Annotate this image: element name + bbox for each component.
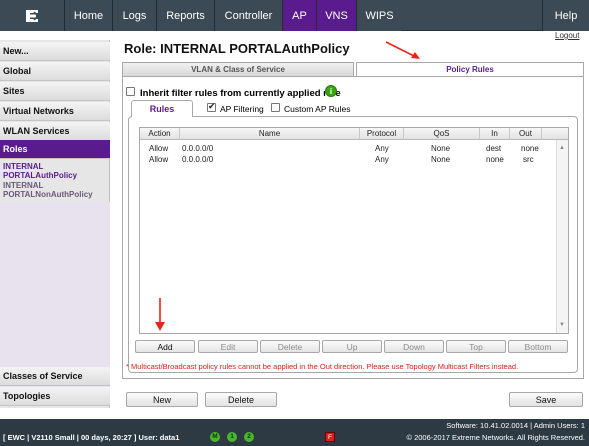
info-icon[interactable]: i — [325, 85, 337, 97]
sidebar-item-sites[interactable]: Sites — [0, 82, 110, 101]
role-name-line: PORTALAuthPolicy — [3, 171, 78, 180]
scroll-up-icon[interactable]: ▲ — [559, 145, 565, 151]
sidebar: New... Global Sites Virtual Networks WLA… — [0, 40, 110, 408]
cell-qos: None — [431, 155, 451, 164]
sidebar-item-classes-of-service[interactable]: Classes of Service — [0, 367, 110, 386]
role-tabs: VLAN & Class of Service Policy Rules — [122, 62, 584, 77]
table-row[interactable]: Allow 0.0.0.0/0 Any None none src — [140, 154, 556, 165]
column-header-name[interactable]: Name — [180, 128, 360, 140]
tab-rules[interactable]: Rules — [131, 100, 193, 117]
inherit-filter-rules-checkbox[interactable] — [126, 87, 135, 96]
custom-ap-rules-checkbox[interactable] — [271, 103, 280, 112]
nav-tab-help[interactable]: Help — [542, 0, 589, 31]
tab-vlan-class-of-service[interactable]: VLAN & Class of Service — [122, 62, 354, 77]
column-header-protocol[interactable]: Protocol — [360, 128, 404, 140]
column-header-qos[interactable]: QoS — [404, 128, 480, 140]
status-badge[interactable]: 2 — [244, 432, 254, 442]
role-name-line: PORTALNonAuthPolicy — [3, 190, 93, 199]
edit-rule-button[interactable]: Edit — [198, 340, 258, 353]
role-name-line: INTERNAL — [3, 162, 44, 171]
extreme-logo — [0, 0, 64, 31]
table-row[interactable]: Allow 0.0.0.0/0 Any None dest none — [140, 143, 556, 154]
nav-tab-logs[interactable]: Logs — [112, 0, 156, 31]
annotation-arrow-icon — [385, 41, 420, 59]
status-badge[interactable]: 1 — [227, 432, 237, 442]
copyright: © 2006-2017 Extreme Networks. All Rights… — [406, 433, 585, 442]
cell-name: 0.0.0.0/0 — [182, 144, 214, 153]
nav-tab-home[interactable]: Home — [64, 0, 112, 31]
cell-out: src — [523, 155, 534, 164]
system-status: [ EWC | V2110 Small | 00 days, 20:27 ] U… — [3, 433, 180, 442]
tab-policy-rules[interactable]: Policy Rules — [356, 62, 584, 77]
cell-in: dest — [486, 144, 502, 153]
inherit-filter-rules-label: Inherit filter rules from currently appl… — [140, 88, 341, 99]
table-header: Action Name Protocol QoS In Out — [140, 128, 568, 140]
ap-filtering-checkbox[interactable] — [207, 101, 216, 112]
sidebar-item-wlan-services[interactable]: WLAN Services — [0, 122, 110, 141]
rules-table: Action Name Protocol QoS In Out Allow 0.… — [139, 127, 569, 334]
sidebar-item-new[interactable]: New... — [0, 42, 110, 61]
cell-protocol: Any — [375, 155, 389, 164]
role-name-line: INTERNAL — [3, 181, 44, 190]
new-button[interactable]: New — [126, 392, 198, 407]
nav-tab-ap[interactable]: AP — [282, 0, 316, 31]
cell-out: none — [521, 144, 539, 153]
delete-button[interactable]: Delete — [205, 392, 277, 407]
software-version: Software: 10.41.02.0014 | Admin Users: 1 — [446, 421, 585, 430]
ap-filtering-label: AP Filtering — [220, 104, 264, 114]
nav-tab-vns[interactable]: VNS — [316, 0, 356, 31]
nav-tab-reports[interactable]: Reports — [156, 0, 214, 31]
column-header-action[interactable]: Action — [140, 128, 180, 140]
sidebar-item-topologies[interactable]: Topologies — [0, 387, 110, 406]
sidebar-role-internal-portalnonauthpolicy[interactable]: INTERNAL PORTALNonAuthPolicy — [3, 181, 108, 199]
sidebar-role-internal-portalauthpolicy[interactable]: INTERNAL PORTALAuthPolicy — [3, 162, 108, 180]
sidebar-item-virtual-networks[interactable]: Virtual Networks — [0, 102, 110, 121]
status-footer: Software: 10.41.02.0014 | Admin Users: 1… — [0, 419, 589, 446]
nav-tab-wips[interactable]: WIPS — [356, 0, 402, 31]
logout-link[interactable]: Logout — [555, 31, 579, 40]
cell-action: Allow — [149, 155, 169, 164]
sidebar-item-global[interactable]: Global — [0, 62, 110, 81]
save-button[interactable]: Save — [509, 392, 583, 407]
top-navigation-bar: Home Logs Reports Controller AP VNS WIPS… — [0, 0, 589, 31]
cell-name: 0.0.0.0/0 — [182, 155, 214, 164]
cell-in: none — [486, 155, 504, 164]
nav-tab-controller[interactable]: Controller — [214, 0, 282, 31]
extreme-logo-icon — [26, 9, 40, 22]
delete-rule-button[interactable]: Delete — [260, 340, 320, 353]
move-up-button[interactable]: Up — [322, 340, 382, 353]
table-scrollbar[interactable]: ▲ ▼ — [556, 140, 568, 333]
cell-qos: None — [431, 144, 451, 153]
column-header-out[interactable]: Out — [510, 128, 542, 140]
move-down-button[interactable]: Down — [384, 340, 444, 353]
column-header-in[interactable]: In — [480, 128, 510, 140]
scroll-down-icon[interactable]: ▼ — [559, 322, 565, 328]
cell-action: Allow — [149, 144, 169, 153]
move-bottom-button[interactable]: Bottom — [508, 340, 568, 353]
sidebar-item-roles[interactable]: Roles — [0, 140, 110, 159]
page-title: Role: INTERNAL PORTALAuthPolicy — [124, 41, 350, 56]
custom-ap-rules-label: Custom AP Rules — [284, 104, 351, 114]
alarm-badge[interactable]: F — [325, 432, 335, 442]
multicast-note: * Multicast/Broadcast policy rules canno… — [126, 362, 519, 371]
add-rule-button[interactable]: Add — [135, 340, 195, 353]
cell-protocol: Any — [375, 144, 389, 153]
move-top-button[interactable]: Top — [446, 340, 506, 353]
status-badge[interactable]: M — [210, 432, 220, 442]
